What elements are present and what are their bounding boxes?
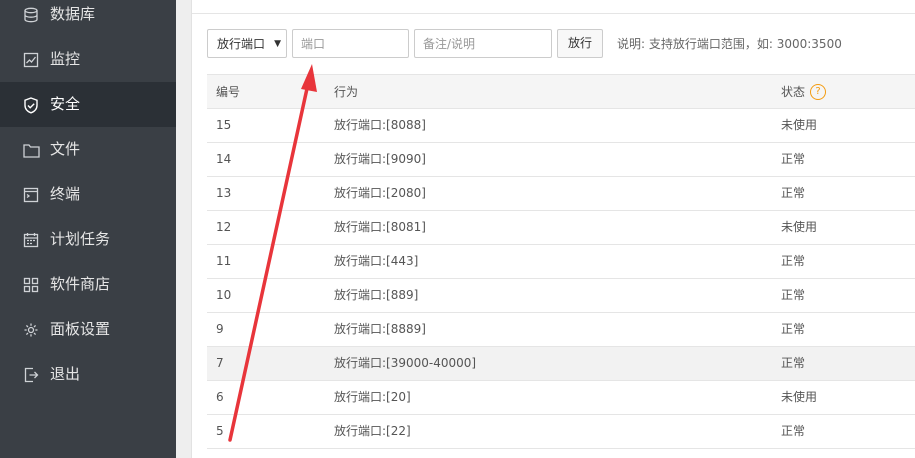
sidebar-item-label: 监控 — [50, 50, 81, 68]
sidebar-item-label: 面板设置 — [50, 320, 111, 338]
sidebar-item-security[interactable]: 安全 — [0, 82, 176, 127]
row-action: 放行端口:[8081] — [334, 220, 426, 234]
sidebar-item-terminal[interactable]: 终端 — [0, 172, 176, 217]
calendar-icon — [22, 231, 40, 249]
terminal-icon — [22, 186, 40, 204]
sidebar-item-settings[interactable]: 面板设置 — [0, 307, 176, 352]
header-id: 编号 — [216, 85, 241, 99]
hint-text: 说明: 支持放行端口范围，如: 3000:3500 — [617, 37, 842, 51]
header-status: 状态 — [781, 85, 806, 99]
database-icon — [22, 6, 40, 24]
table-row: 5 放行端口:[22] 正常 — [207, 415, 915, 449]
row-status: 正常 — [781, 322, 806, 336]
logout-icon — [22, 366, 40, 384]
remark-input[interactable] — [414, 29, 552, 58]
header-action: 行为 — [334, 85, 359, 99]
sidebar-item-label: 安全 — [50, 95, 81, 113]
row-status: 正常 — [781, 186, 806, 200]
row-id: 6 — [216, 390, 224, 404]
table-row: 7 放行端口:[39000-40000] 正常 — [207, 347, 915, 381]
grid-icon — [22, 276, 40, 294]
row-id: 9 — [216, 322, 224, 336]
caret-down-icon: ▼ — [274, 39, 281, 49]
rule-type-select[interactable]: 放行端口 ▼ — [207, 29, 287, 58]
row-action: 放行端口:[20] — [334, 390, 411, 404]
sidebar-item-label: 计划任务 — [50, 230, 111, 248]
sidebar-item-database[interactable]: 数据库 — [0, 0, 176, 37]
sidebar-item-label: 数据库 — [50, 5, 96, 23]
sidebar-item-store[interactable]: 软件商店 — [0, 262, 176, 307]
monitor-icon — [22, 51, 40, 69]
table-header: 编号 行为 状态 ? — [207, 74, 915, 109]
sidebar-item-label: 退出 — [50, 365, 81, 383]
row-status: 正常 — [781, 254, 806, 268]
folder-icon — [22, 141, 40, 159]
row-status: 正常 — [781, 152, 806, 166]
row-action: 放行端口:[8088] — [334, 118, 426, 132]
help-icon[interactable]: ? — [810, 84, 826, 100]
row-action: 放行端口:[8889] — [334, 322, 426, 336]
row-action: 放行端口:[2080] — [334, 186, 426, 200]
row-id: 7 — [216, 356, 224, 370]
row-id: 13 — [216, 186, 232, 200]
row-status: 正常 — [781, 288, 806, 302]
table-row: 14 放行端口:[9090] 正常 — [207, 143, 915, 177]
sidebar-item-files[interactable]: 文件 — [0, 127, 176, 172]
allow-button[interactable]: 放行 — [557, 29, 603, 58]
row-status: 正常 — [781, 424, 806, 438]
row-id: 10 — [216, 288, 232, 302]
row-status: 未使用 — [781, 220, 818, 234]
row-action: 放行端口:[889] — [334, 288, 419, 302]
sidebar-item-label: 文件 — [50, 140, 81, 158]
table-row: 11 放行端口:[443] 正常 — [207, 245, 915, 279]
sidebar-item-monitor[interactable]: 监控 — [0, 37, 176, 82]
divider — [192, 13, 915, 14]
port-input[interactable] — [292, 29, 409, 58]
sidebar-item-label: 软件商店 — [50, 275, 111, 293]
shield-icon — [22, 96, 40, 114]
row-id: 11 — [216, 254, 232, 268]
sidebar-item-logout[interactable]: 退出 — [0, 352, 176, 397]
row-id: 12 — [216, 220, 232, 234]
row-status: 正常 — [781, 356, 806, 370]
main-panel: 放行端口 ▼ 放行 说明: 支持放行端口范围，如: 3000:3500 编号 行… — [191, 0, 915, 458]
row-action: 放行端口:[22] — [334, 424, 411, 438]
table-row: 6 放行端口:[20] 未使用 — [207, 381, 915, 415]
gear-icon — [22, 321, 40, 339]
row-action: 放行端口:[9090] — [334, 152, 426, 166]
table-row: 13 放行端口:[2080] 正常 — [207, 177, 915, 211]
row-action: 放行端口:[39000-40000] — [334, 356, 477, 370]
table-row: 12 放行端口:[8081] 未使用 — [207, 211, 915, 245]
row-action: 放行端口:[443] — [334, 254, 419, 268]
row-id: 5 — [216, 424, 224, 438]
rule-type-value: 放行端口 — [217, 37, 266, 51]
table-row: 10 放行端口:[889] 正常 — [207, 279, 915, 313]
sidebar-item-cron[interactable]: 计划任务 — [0, 217, 176, 262]
sidebar-item-label: 终端 — [50, 185, 81, 203]
table-row: 9 放行端口:[8889] 正常 — [207, 313, 915, 347]
row-id: 14 — [216, 152, 232, 166]
row-id: 15 — [216, 118, 232, 132]
table-row: 15 放行端口:[8088] 未使用 — [207, 109, 915, 143]
row-status: 未使用 — [781, 390, 818, 404]
sidebar: 数据库 监控 安全 文件 终端 计划任务 软件商店 面板设置 退出 — [0, 0, 176, 458]
row-status: 未使用 — [781, 118, 818, 132]
